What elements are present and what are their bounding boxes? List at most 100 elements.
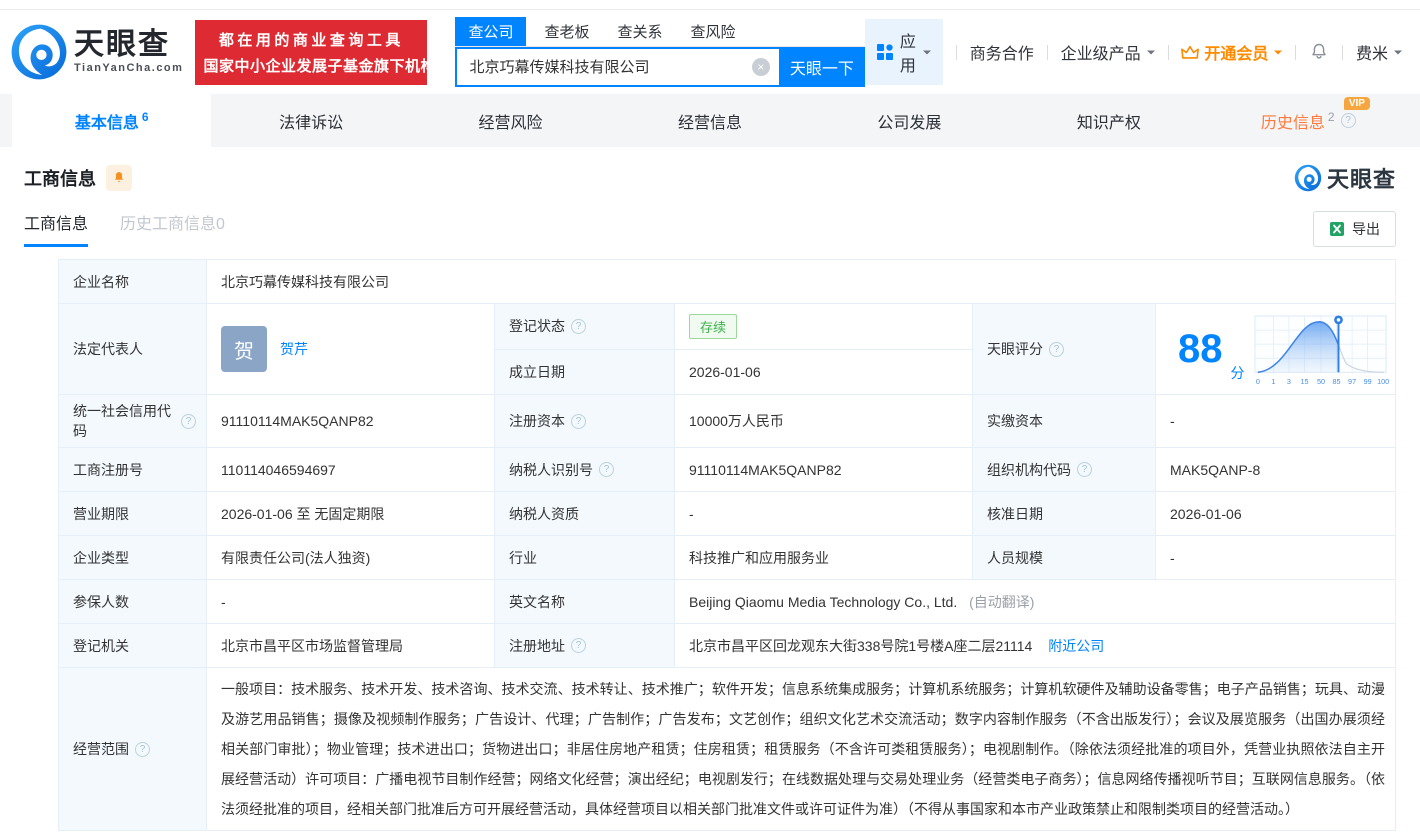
menu-divider — [1046, 44, 1048, 60]
slogan-banner: 都在用的商业查询工具 国家中小企业发展子基金旗下机构 — [195, 19, 435, 85]
crown-icon — [1181, 45, 1200, 59]
search-area: 查公司 查老板 查关系 查风险 × 天眼一下 — [455, 16, 865, 87]
help-icon[interactable]: ? — [181, 413, 196, 429]
export-button[interactable]: 导出 — [1313, 210, 1396, 247]
menu-divider — [1295, 44, 1297, 60]
tab-operation-risk[interactable]: 经营风险 — [411, 94, 610, 147]
tab-history-info[interactable]: VIP 历史信息 2 ? — [1209, 94, 1408, 147]
table-row: 企业类型 有限责任公司(法人独资) 行业 科技推广和应用服务业 人员规模 - — [58, 535, 1396, 580]
field-label: 登记机关 — [58, 623, 207, 668]
excel-icon — [1330, 221, 1344, 236]
subtabs: 工商信息 历史工商信息0 — [24, 210, 225, 247]
search-tab-boss[interactable]: 查老板 — [544, 17, 589, 46]
table-row: 统一社会信用代码? 91110114MAK5QANP82 注册资本? 10000… — [58, 394, 1396, 448]
field-label: 企业类型 — [58, 535, 207, 580]
field-label: 纳税人资质 — [494, 491, 675, 536]
field-label: 成立日期 — [494, 348, 675, 395]
help-icon[interactable]: ? — [1077, 462, 1092, 477]
help-icon[interactable]: ? — [571, 413, 586, 429]
logo-text: 天眼查 TianYanCha.com — [74, 30, 183, 75]
tab-label: 法律诉讼 — [279, 114, 344, 132]
search-tab-risk[interactable]: 查风险 — [690, 17, 735, 46]
field-label: 实缴资本 — [972, 394, 1156, 448]
tianyancha-swirl-icon — [11, 24, 67, 80]
search-row: × 天眼一下 — [455, 46, 865, 87]
open-vip-button[interactable]: 开通会员 — [1181, 40, 1283, 64]
tab-operation-info[interactable]: 经营信息 — [610, 94, 809, 147]
tab-count: 2 — [1327, 109, 1335, 124]
svg-text:0: 0 — [1255, 377, 1259, 386]
nearby-companies-link[interactable]: 附近公司 — [1048, 638, 1104, 654]
table-row: 登记机关 北京市昌平区市场监督管理局 注册地址? 北京市昌平区回龙观东大街338… — [58, 623, 1396, 668]
score-unit: 分 — [1230, 365, 1245, 381]
field-label: 企业名称 — [58, 259, 207, 304]
table-row: 营业期限 2026-01-06 至 无固定期限 纳税人资质 - 核准日期 202… — [58, 491, 1396, 536]
search-tab-company[interactable]: 查公司 — [455, 16, 527, 46]
taxpayer-id-value: 91110114MAK5QANP82 — [674, 447, 973, 492]
watermark-text: 天眼查 — [1326, 167, 1396, 192]
search-input[interactable] — [457, 48, 779, 85]
menu-enterprise[interactable]: 企业级产品 — [1061, 40, 1155, 64]
table-row: 企业名称 北京巧幕传媒科技有限公司 — [58, 259, 1396, 304]
field-label: 注册地址? — [494, 623, 675, 668]
user-menu[interactable]: 费米 — [1356, 40, 1402, 64]
tab-legal-lawsuits[interactable]: 法律诉讼 — [211, 94, 410, 147]
help-icon[interactable]: ? — [1049, 341, 1064, 357]
search-input-wrap: × — [455, 46, 779, 87]
search-button[interactable]: 天眼一下 — [778, 46, 865, 87]
field-label: 注册资本? — [494, 394, 675, 448]
tab-label: 基本信息 — [74, 114, 139, 132]
table-row: 法定代表人 贺 贺芹 登记状态? 存续 天眼评分? 88 分 0 1 3 15 … — [58, 303, 1396, 395]
field-label: 工商注册号 — [58, 447, 207, 492]
avatar[interactable]: 贺 — [221, 326, 267, 372]
subscribe-bell-icon[interactable] — [106, 165, 132, 191]
legal-rep-link[interactable]: 贺芹 — [280, 339, 308, 359]
business-term-value: 2026-01-06 至 无固定期限 — [206, 491, 495, 536]
tab-label: 公司发展 — [877, 114, 942, 132]
apps-menu[interactable]: 应用 — [864, 19, 944, 85]
tab-label: 历史信息 — [1260, 114, 1325, 132]
help-icon[interactable]: ? — [599, 462, 614, 477]
clear-search-icon[interactable]: × — [751, 57, 770, 76]
org-code-value: MAK5QANP-8 — [1155, 447, 1396, 492]
export-label: 导出 — [1352, 220, 1380, 237]
english-name-cell: Beijing Qiaomu Media Technology Co., Ltd… — [674, 579, 1396, 624]
chevron-down-icon — [923, 50, 932, 59]
business-scope-value: 一般项目：技术服务、技术开发、技术咨询、技术交流、技术转让、技术推广；软件开发；… — [206, 666, 1396, 832]
search-tab-relation[interactable]: 查关系 — [617, 17, 662, 46]
reg-authority-value: 北京市昌平区市场监督管理局 — [206, 623, 495, 668]
main-content: 工商信息 天眼查 工商信息 历史工商信息0 导出 企业名称 北京巧幕传媒科技有限… — [0, 162, 1420, 832]
tab-basic-info[interactable]: 基本信息 6 — [12, 94, 212, 147]
section-title: 工商信息 — [24, 169, 96, 189]
tab-company-development[interactable]: 公司发展 — [810, 94, 1009, 147]
legal-rep-cell: 贺 贺芹 — [206, 303, 495, 395]
field-label: 统一社会信用代码? — [58, 394, 207, 448]
help-icon[interactable]: ? — [571, 638, 586, 653]
menu-cooperation[interactable]: 商务合作 — [970, 40, 1034, 64]
english-name-value: Beijing Qiaomu Media Technology Co., Ltd… — [689, 593, 958, 610]
subtab-business-info[interactable]: 工商信息 — [24, 210, 89, 247]
help-icon[interactable]: ? — [135, 741, 150, 757]
tab-intellectual-property[interactable]: 知识产权 — [1009, 94, 1208, 147]
reg-capital-value: 10000万人民币 — [674, 394, 973, 448]
apps-grid-icon — [876, 44, 893, 60]
help-icon[interactable]: ? — [1340, 113, 1356, 128]
field-label: 天眼评分? — [972, 303, 1156, 395]
business-info-table: 企业名称 北京巧幕传媒科技有限公司 法定代表人 贺 贺芹 登记状态? 存续 天眼… — [58, 259, 1396, 832]
tab-count: 6 — [141, 109, 149, 124]
field-label: 英文名称 — [494, 579, 675, 624]
subtab-history-business-info[interactable]: 历史工商信息0 — [120, 210, 225, 247]
help-icon[interactable]: ? — [571, 318, 586, 334]
score-cell: 88 分 0 1 3 15 50 85 97 99 100 — [1155, 303, 1396, 395]
svg-text:3: 3 — [1286, 377, 1290, 386]
table-row: 工商注册号 110114046594697 纳税人识别号? 91110114MA… — [58, 447, 1396, 492]
field-label: 经营范围? — [58, 666, 207, 832]
notification-bell-icon[interactable] — [1309, 42, 1329, 62]
chevron-down-icon — [1146, 50, 1155, 59]
slogan-line1: 都在用的商业查询工具 — [218, 31, 404, 49]
credit-code-value: 91110114MAK5QANP82 — [206, 394, 495, 448]
approval-date-value: 2026-01-06 — [1155, 491, 1396, 536]
chevron-down-icon — [1274, 50, 1283, 59]
username: 费米 — [1355, 46, 1388, 63]
tianyancha-logo[interactable]: 天眼查 TianYanCha.com — [10, 23, 183, 81]
